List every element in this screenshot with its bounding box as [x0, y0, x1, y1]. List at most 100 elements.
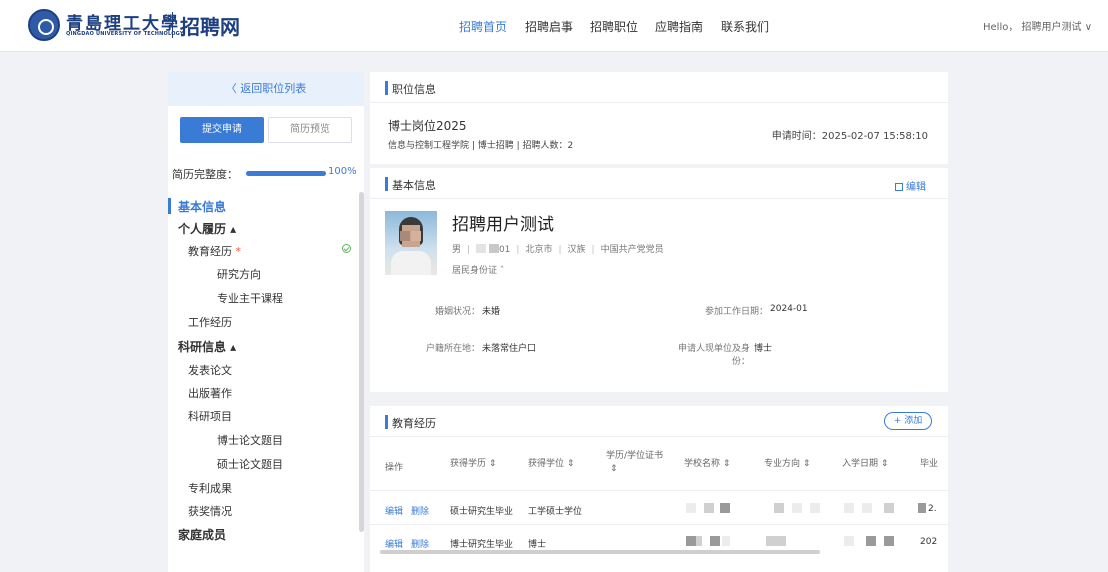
- job-info-title: 职位信息: [392, 83, 436, 96]
- section-marker: [385, 81, 388, 95]
- edit-row-button[interactable]: 编辑: [385, 504, 403, 517]
- column-header-school[interactable]: 学校名称 ⇕: [684, 456, 730, 469]
- hukou-label: 户籍所在地：: [425, 344, 480, 354]
- completeness-progress-bar: [246, 171, 326, 176]
- marital-value: 未婚: [482, 307, 501, 317]
- column-header-certificate[interactable]: 学历/学位证书: [606, 448, 663, 461]
- row-education: 博士研究生毕业: [450, 540, 514, 550]
- menu-master-thesis[interactable]: 硕士论文题目: [217, 456, 283, 472]
- top-bar: 青島理工大學 QINGDAO UNIVERSITY OF TECHNOLOGY …: [0, 0, 1108, 52]
- redacted-block: [884, 503, 894, 513]
- redacted-block: [866, 536, 876, 546]
- sort-icon[interactable]: ⇕: [610, 464, 618, 474]
- table-horizontal-scrollbar[interactable]: [380, 550, 820, 554]
- applicant-summary: 男 | 01 | 北京市 | 汉族 | 中国共产党党员: [452, 244, 664, 255]
- column-header-education[interactable]: 获得学历 ⇕: [450, 456, 496, 469]
- position-meta: 信息与控制工程学院 | 博士招聘 | 招聘人数：2: [388, 141, 574, 151]
- delete-row-button[interactable]: 删除: [411, 504, 429, 517]
- photo-mosaic: [411, 231, 421, 241]
- photo-mosaic: [400, 231, 410, 241]
- university-seal-icon[interactable]: [28, 9, 60, 41]
- edit-icon: [895, 183, 903, 191]
- menu-patents[interactable]: 专利成果: [188, 480, 232, 496]
- column-header-start-date[interactable]: 入学日期 ⇕: [842, 456, 888, 469]
- id-type-toggle[interactable]: 居民身份证 ˆ: [452, 263, 504, 276]
- menu-research-direction[interactable]: 研究方向: [217, 266, 261, 282]
- redacted-block: [862, 503, 872, 513]
- work-date-label: 参加工作日期：: [704, 307, 768, 317]
- logo-divider: [172, 12, 173, 38]
- nav-contact[interactable]: 联系我们: [721, 18, 769, 35]
- completeness-percent: 100%: [328, 166, 357, 177]
- identity-value: 博士: [754, 344, 773, 354]
- row-education: 硕士研究生毕业: [450, 507, 514, 517]
- party: 中国共产党党员: [600, 245, 664, 255]
- required-star: *: [235, 245, 242, 258]
- row-graduation: 2.: [928, 504, 937, 514]
- nav-announcements[interactable]: 招聘启事: [525, 18, 573, 35]
- site-name[interactable]: 招聘网: [180, 11, 240, 40]
- menu-major-courses[interactable]: 专业主干课程: [217, 290, 283, 306]
- redacted-block: [884, 536, 894, 546]
- resume-preview-button[interactable]: 简历预览: [268, 117, 352, 143]
- redacted-block: [774, 503, 784, 513]
- menu-projects[interactable]: 科研项目: [188, 408, 232, 424]
- redacted-block: [686, 536, 696, 546]
- delete-row-button[interactable]: 删除: [411, 537, 429, 550]
- column-header-degree[interactable]: 获得学位 ⇕: [528, 456, 574, 469]
- education-header: 教育经历 + 添加: [370, 406, 948, 437]
- edit-basic-info-link[interactable]: 编辑: [895, 178, 926, 193]
- basic-info-header: 基本信息 编辑: [370, 168, 948, 199]
- row-graduation: 202: [920, 537, 938, 547]
- city: 北京市: [525, 245, 553, 255]
- back-to-jobs-link[interactable]: 〈 返回职位列表: [168, 72, 364, 106]
- menu-research-info[interactable]: 科研信息 ▴: [178, 338, 236, 355]
- nav-positions[interactable]: 招聘职位: [590, 18, 638, 35]
- section-marker: [385, 415, 388, 429]
- university-logo-subtitle: QINGDAO UNIVERSITY OF TECHNOLOGY: [66, 31, 184, 37]
- redacted-block: [710, 536, 720, 546]
- basic-info-title: 基本信息: [392, 179, 436, 192]
- redacted-block: [696, 536, 702, 546]
- menu-education[interactable]: 教育经历 *: [188, 243, 241, 259]
- row-degree: 博士: [528, 540, 547, 550]
- user-menu[interactable]: Hello， 招聘用户测试 ∨: [983, 18, 1092, 33]
- menu-books[interactable]: 出版著作: [188, 385, 232, 401]
- column-header-graduation[interactable]: 毕业: [920, 456, 938, 469]
- ethnicity: 汉族: [567, 245, 586, 255]
- identity-label: 申请人现单位及身份：: [677, 344, 750, 367]
- redacted-block: [844, 536, 854, 546]
- job-info-card: 职位信息 博士岗位2025 信息与控制工程学院 | 博士招聘 | 招聘人数：2 …: [370, 72, 948, 164]
- active-section-indicator: [168, 198, 171, 214]
- menu-personal-history[interactable]: 个人履历 ▴: [178, 220, 236, 237]
- add-education-button[interactable]: + 添加: [884, 412, 932, 430]
- edit-row-button[interactable]: 编辑: [385, 537, 403, 550]
- redacted-block: [776, 536, 786, 546]
- education-title: 教育经历: [392, 417, 436, 430]
- menu-phd-thesis[interactable]: 博士论文题目: [217, 432, 283, 448]
- redacted-block: [704, 503, 714, 513]
- resume-sidebar: 〈 返回职位列表 提交申请 简历预览 简历完整度： 100% 基本信息 个人履历…: [168, 72, 364, 572]
- sidebar-scrollbar[interactable]: [359, 192, 364, 532]
- gender: 男: [452, 245, 462, 255]
- menu-family[interactable]: 家庭成员: [178, 526, 226, 543]
- submit-application-button[interactable]: 提交申请: [180, 117, 264, 143]
- redacted-block: [918, 503, 926, 513]
- basic-info-card: 基本信息 编辑 招聘用户测试 男 | 01 | 北京市 | 汉族 | 中国共产党党员 居民身份…: [370, 168, 948, 392]
- applicant-name: 招聘用户测试: [452, 215, 554, 235]
- birth-suffix: 01: [498, 245, 511, 255]
- redacted-block: [722, 536, 730, 546]
- menu-papers[interactable]: 发表论文: [188, 362, 232, 378]
- redacted-block: [766, 536, 776, 546]
- column-header-action: 操作: [385, 463, 404, 473]
- redacted-block: [720, 503, 730, 513]
- nav-guide[interactable]: 应聘指南: [655, 18, 703, 35]
- menu-awards[interactable]: 获奖情况: [188, 503, 232, 519]
- menu-basic-info[interactable]: 基本信息: [178, 198, 226, 215]
- nav-home[interactable]: 招聘首页: [459, 18, 507, 35]
- complete-check-icon: [342, 244, 351, 253]
- menu-work-experience[interactable]: 工作经历: [188, 314, 232, 330]
- column-header-major[interactable]: 专业方向 ⇕: [764, 456, 810, 469]
- completeness-progress-fill: [246, 171, 326, 176]
- hukou-value: 未落常住户口: [482, 344, 537, 354]
